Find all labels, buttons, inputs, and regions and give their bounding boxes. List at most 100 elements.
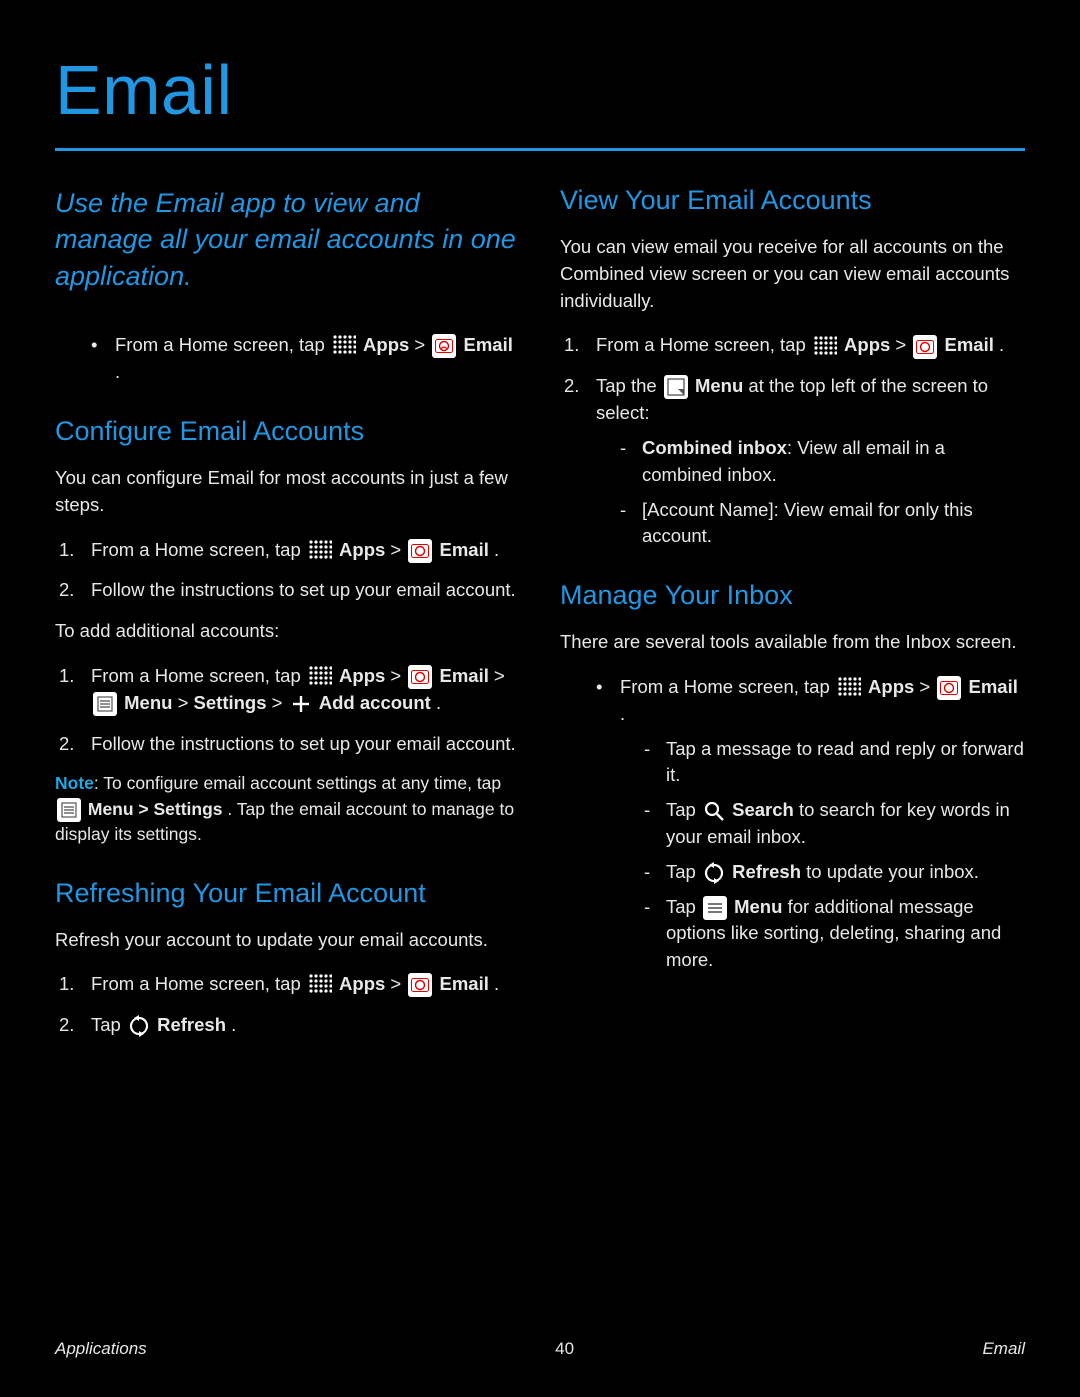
manage-sub-bullets: Tap a message to read and reply or forwa… — [620, 736, 1025, 975]
step-item: Tap Refresh . — [55, 1012, 520, 1039]
page-title: Email — [55, 50, 1025, 130]
text-fragment: Tap — [666, 861, 701, 882]
text-fragment: > — [919, 676, 935, 697]
email-label: Email — [969, 676, 1018, 697]
apps-icon — [813, 335, 837, 359]
footer-right: Email — [982, 1339, 1025, 1359]
refreshing-intro: Refresh your account to update your emai… — [55, 927, 520, 954]
apps-label: Apps — [363, 334, 409, 355]
refresh-icon — [128, 1015, 150, 1037]
apps-icon — [308, 665, 332, 689]
menu-label: Menu — [734, 896, 782, 917]
leadin-item: From a Home screen, tap Apps > Email . — [91, 332, 520, 386]
add-accounts-intro: To add additional accounts: — [55, 618, 520, 645]
email-label: Email — [440, 973, 489, 994]
apps-label: Apps — [339, 665, 385, 686]
leadin-item: From a Home screen, tap Apps > Email . T… — [596, 674, 1025, 974]
apps-icon — [308, 539, 332, 563]
text-fragment: . — [115, 361, 120, 382]
text-fragment: . — [494, 973, 499, 994]
content-columns: Use the Email app to view and manage all… — [55, 185, 1025, 1053]
text-fragment: > — [390, 539, 406, 560]
email-icon — [432, 334, 456, 358]
sub-bullet-item: Tap Refresh to update your inbox. — [644, 859, 1025, 886]
email-label: Email — [440, 665, 489, 686]
email-icon — [937, 676, 961, 700]
step-item: Follow the instructions to set up your e… — [55, 577, 520, 604]
sub-bullet-item: Tap Search to search for key words in yo… — [644, 797, 1025, 851]
email-icon — [408, 665, 432, 689]
add-icon — [290, 693, 312, 715]
text-fragment: From a Home screen, tap — [620, 676, 835, 697]
refreshing-steps: From a Home screen, tap Apps > Email . T… — [55, 971, 520, 1039]
text-fragment: From a Home screen, tap — [596, 334, 811, 355]
text-fragment: . — [231, 1014, 236, 1035]
configure-heading: Configure Email Accounts — [55, 416, 520, 447]
note-label: Note — [55, 773, 94, 793]
view-steps: From a Home screen, tap Apps > Email . T… — [560, 332, 1025, 550]
menu-icon — [57, 798, 81, 822]
refreshing-heading: Refreshing Your Email Account — [55, 878, 520, 909]
configure-steps-2: From a Home screen, tap Apps > Email > M… — [55, 663, 520, 757]
text-fragment: . — [494, 539, 499, 560]
menu-icon — [703, 896, 727, 920]
menu-dropdown-icon — [664, 375, 688, 399]
apps-icon — [837, 676, 861, 700]
apps-label: Apps — [844, 334, 890, 355]
apps-icon — [332, 334, 356, 358]
step-item: Tap the Menu at the top left of the scre… — [560, 373, 1025, 550]
email-icon — [913, 335, 937, 359]
apps-label: Apps — [339, 973, 385, 994]
add-account-label: Add account — [319, 692, 431, 713]
text-fragment: > — [272, 692, 288, 713]
text-fragment: . — [999, 334, 1004, 355]
view-heading: View Your Email Accounts — [560, 185, 1025, 216]
text-fragment: > — [414, 334, 430, 355]
view-sub-bullets: Combined inbox: View all email in a comb… — [596, 435, 1025, 550]
text-fragment: > — [178, 692, 194, 713]
text-fragment: . — [620, 703, 625, 724]
search-label: Search — [732, 799, 794, 820]
apps-label: Apps — [868, 676, 914, 697]
text-fragment: From a Home screen, tap — [91, 539, 306, 560]
refresh-label: Refresh — [157, 1014, 226, 1035]
sub-bullet-item: Tap a message to read and reply or forwa… — [644, 736, 1025, 790]
configure-note: Note: To configure email account setting… — [55, 771, 520, 847]
step-item: From a Home screen, tap Apps > Email . — [560, 332, 1025, 359]
footer-page-number: 40 — [555, 1339, 574, 1359]
text-fragment: Tap — [91, 1014, 126, 1035]
email-icon — [408, 973, 432, 997]
left-column: Use the Email app to view and manage all… — [55, 185, 520, 1053]
sub-bullet-item: [Account Name]: View email for only this… — [620, 497, 1025, 551]
menu-label: Menu — [124, 692, 172, 713]
manage-heading: Manage Your Inbox — [560, 580, 1025, 611]
manage-intro: There are several tools available from t… — [560, 629, 1025, 656]
menu-icon — [93, 692, 117, 716]
apps-icon — [308, 973, 332, 997]
text-fragment: : To configure email account settings at… — [94, 773, 501, 793]
configure-intro: You can configure Email for most account… — [55, 465, 520, 519]
combined-inbox-label: Combined inbox — [642, 437, 787, 458]
sub-bullet-item: Tap Menu for additional message options … — [644, 894, 1025, 974]
email-icon — [408, 539, 432, 563]
manage-leadin: From a Home screen, tap Apps > Email . T… — [560, 674, 1025, 974]
text-fragment: > — [895, 334, 911, 355]
text-fragment: Tap the — [596, 375, 662, 396]
text-fragment: From a Home screen, tap — [115, 334, 330, 355]
settings-label: Settings — [194, 692, 267, 713]
refresh-label: Refresh — [732, 861, 801, 882]
view-intro: You can view email you receive for all a… — [560, 234, 1025, 314]
title-divider — [55, 148, 1025, 151]
text-fragment: . — [436, 692, 441, 713]
text-fragment: From a Home screen, tap — [91, 665, 306, 686]
text-fragment: > — [390, 665, 406, 686]
text-fragment: > — [390, 973, 406, 994]
search-icon — [703, 800, 725, 822]
menu-label: Menu — [695, 375, 743, 396]
step-item: From a Home screen, tap Apps > Email . — [55, 537, 520, 564]
apps-label: Apps — [339, 539, 385, 560]
text-fragment: to update your inbox. — [806, 861, 979, 882]
leadin-list: From a Home screen, tap Apps > Email . — [55, 332, 520, 386]
page-footer: Applications 40 Email — [55, 1339, 1025, 1359]
sub-bullet-item: Combined inbox: View all email in a comb… — [620, 435, 1025, 489]
